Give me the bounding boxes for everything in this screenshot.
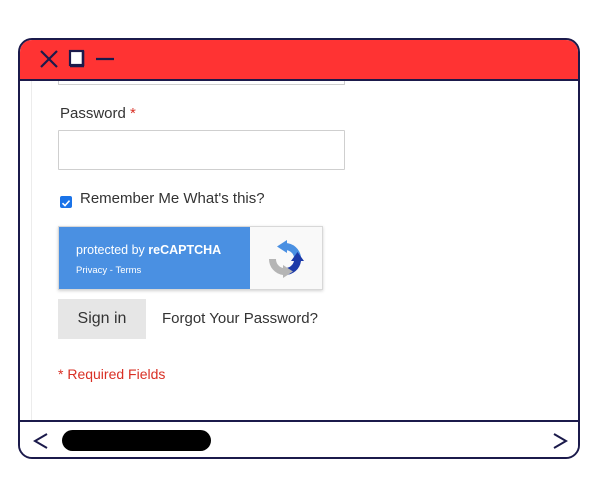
password-input[interactable]	[58, 130, 345, 170]
recaptcha-privacy-link[interactable]: Privacy	[76, 265, 107, 276]
forgot-password-link[interactable]: Forgot Your Password?	[162, 310, 318, 327]
page-content: Password * Remember Me What's this? prot…	[20, 81, 578, 420]
recaptcha-prefix: protected by	[76, 243, 145, 257]
checkmark-icon	[61, 200, 71, 207]
recaptcha-terms-link[interactable]: Terms	[115, 265, 141, 276]
remember-me-checkbox[interactable]	[60, 196, 72, 208]
password-label-text: Password	[60, 105, 126, 122]
required-fields-note: * Required Fields	[58, 366, 166, 382]
scrollbar-thumb[interactable]	[62, 430, 211, 451]
remember-me-row: Remember Me What's this?	[80, 190, 265, 207]
chevron-left-icon[interactable]	[32, 431, 50, 451]
sign-in-button[interactable]: Sign in	[58, 299, 146, 339]
browser-window: Password * Remember Me What's this? prot…	[18, 38, 580, 459]
minimize-icon[interactable]	[94, 48, 116, 70]
required-marker: *	[130, 105, 136, 122]
recaptcha-logo-icon	[268, 240, 304, 278]
maximize-icon[interactable]	[66, 48, 88, 70]
recaptcha-panel	[59, 227, 250, 289]
remember-me-label[interactable]: Remember Me	[80, 190, 179, 207]
content-divider	[31, 81, 32, 420]
chevron-right-icon[interactable]	[551, 431, 569, 451]
recaptcha-badge[interactable]: protected by reCAPTCHA Privacy - Terms	[58, 226, 323, 290]
password-label: Password *	[60, 105, 136, 122]
recaptcha-text: protected by reCAPTCHA	[76, 243, 221, 257]
recaptcha-links: Privacy - Terms	[76, 265, 141, 276]
whats-this-link[interactable]: What's this?	[183, 190, 264, 207]
title-bar	[20, 40, 578, 81]
previous-input-field[interactable]	[58, 81, 345, 85]
recaptcha-brand: reCAPTCHA	[148, 243, 222, 257]
horizontal-scrollbar[interactable]	[20, 420, 578, 457]
close-icon[interactable]	[38, 48, 60, 70]
